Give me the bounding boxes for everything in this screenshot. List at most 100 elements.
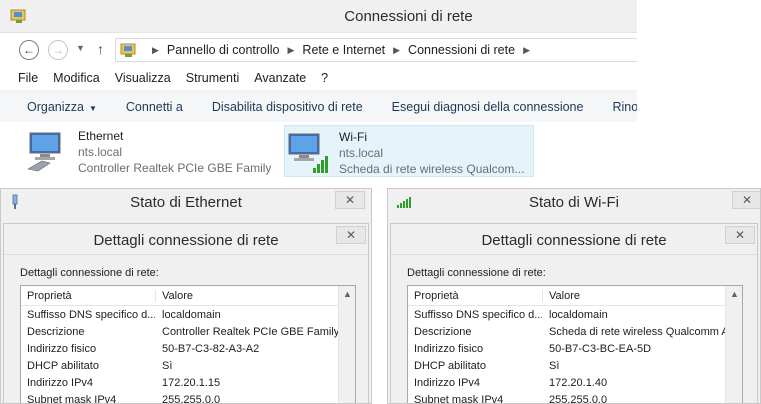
dialog-title: Stato di Wi-Fi: [528, 194, 619, 211]
disable-device-button[interactable]: Disabilita dispositivo di rete: [212, 100, 363, 114]
wifi-adapter-icon: [288, 133, 328, 173]
value-cell: Scheda di rete wireless Qualcomm Ath: [549, 325, 738, 338]
property-cell: Indirizzo IPv4: [27, 376, 94, 389]
table-row[interactable]: Indirizzo IPv4 172.20.1.15: [21, 374, 355, 391]
connection-name: Ethernet: [78, 129, 124, 143]
property-cell: DHCP abilitato: [27, 359, 99, 372]
value-cell: 50-B7-C3-BC-EA-5D: [549, 342, 652, 355]
column-header-value[interactable]: Valore: [155, 289, 355, 302]
up-arrow-icon[interactable]: ↑: [97, 41, 104, 57]
section-label: Dettagli connessione di rete:: [407, 267, 546, 279]
details-close-button[interactable]: ✕: [336, 226, 366, 244]
details-close-button[interactable]: ✕: [725, 226, 755, 244]
vertical-scrollbar[interactable]: ▲: [725, 286, 742, 403]
connection-item-wifi[interactable]: Wi-Fi nts.local Scheda di rete wireless …: [284, 125, 534, 177]
value-cell: 255.255.0.0: [162, 393, 221, 404]
details-title: Dettagli connessione di rete: [481, 232, 667, 249]
address-bar[interactable]: ▶ Pannello di controllo ▶ Rete e Interne…: [115, 38, 637, 62]
menu-help[interactable]: ?: [321, 71, 328, 85]
value-cell: 255.255.0.0: [549, 393, 608, 404]
table-row[interactable]: Indirizzo IPv4 172.20.1.40: [408, 374, 742, 391]
breadcrumb-control-panel[interactable]: Pannello di controllo: [167, 43, 280, 57]
property-cell: Indirizzo IPv4: [414, 376, 481, 389]
diagnose-connection-button[interactable]: Esegui diagnosi della connessione: [392, 100, 584, 114]
breadcrumb-network-internet[interactable]: Rete e Internet: [302, 43, 385, 57]
breadcrumb-separator-icon[interactable]: ▶: [288, 45, 295, 56]
chevron-down-icon: ▼: [88, 103, 97, 113]
title-bar: Connessioni di rete: [0, 0, 637, 33]
value-cell: localdomain: [549, 308, 608, 321]
property-cell: DHCP abilitato: [414, 359, 486, 372]
control-panel-icon: [120, 43, 136, 57]
property-cell: Suffisso DNS specifico d...: [414, 308, 542, 321]
property-cell: Suffisso DNS specifico d...: [27, 308, 155, 321]
column-header-property[interactable]: Proprietà: [408, 290, 542, 302]
back-button[interactable]: ←: [19, 40, 39, 60]
ethernet-adapter-icon: [27, 132, 61, 172]
property-cell: Indirizzo fisico: [27, 342, 97, 355]
dialog-title: Stato di Ethernet: [130, 194, 242, 211]
details-window: Dettagli connessione di rete ✕ Dettagli …: [3, 223, 369, 404]
value-cell: Controller Realtek PCIe GBE Family: [162, 325, 340, 338]
table-row[interactable]: Descrizione Controller Realtek PCIe GBE …: [21, 323, 355, 340]
table-row[interactable]: Indirizzo fisico 50-B7-C3-82-A3-A2: [21, 340, 355, 357]
menu-view[interactable]: Visualizza: [115, 71, 171, 85]
vertical-scrollbar[interactable]: ▲: [338, 286, 355, 403]
details-body: Dettagli connessione di rete: Proprietà …: [391, 254, 757, 404]
scroll-up-arrow-icon[interactable]: ▲: [726, 289, 742, 299]
table-row[interactable]: Subnet mask IPv4 255.255.0.0: [408, 391, 742, 404]
forward-button[interactable]: →: [48, 40, 68, 60]
connection-network: nts.local: [339, 146, 384, 160]
organize-label: Organizza: [27, 99, 84, 114]
connection-item-ethernet[interactable]: Ethernet nts.local Controller Realtek PC…: [24, 125, 274, 177]
table-row[interactable]: Indirizzo fisico 50-B7-C3-BC-EA-5D: [408, 340, 742, 357]
table-row[interactable]: Subnet mask IPv4 255.255.0.0: [21, 391, 355, 404]
column-header-value[interactable]: Valore: [542, 289, 742, 302]
list-header: Proprietà Valore: [21, 286, 355, 306]
menu-file[interactable]: File: [18, 71, 38, 85]
value-cell: 172.20.1.40: [549, 376, 608, 389]
property-cell: Subnet mask IPv4: [414, 393, 504, 404]
details-window: Dettagli connessione di rete ✕ Dettagli …: [390, 223, 758, 404]
details-list[interactable]: Proprietà Valore Suffisso DNS specifico …: [20, 285, 356, 404]
property-cell: Subnet mask IPv4: [27, 393, 117, 404]
window-title: Connessioni di rete: [344, 8, 473, 25]
close-button[interactable]: ✕: [732, 191, 760, 209]
connection-details: Ethernet nts.local Controller Realtek PC…: [78, 125, 271, 176]
table-row[interactable]: Descrizione Scheda di rete wireless Qual…: [408, 323, 742, 340]
value-cell: localdomain: [162, 308, 221, 321]
menu-edit[interactable]: Modifica: [53, 71, 100, 85]
menu-tools[interactable]: Strumenti: [186, 71, 240, 85]
table-row[interactable]: Suffisso DNS specifico d... localdomain: [408, 306, 742, 323]
list-header: Proprietà Valore: [408, 286, 742, 306]
menu-advanced[interactable]: Avanzate: [254, 71, 306, 85]
ethernet-status-dialog: Stato di Ethernet ✕ Dettagli connessione…: [0, 188, 372, 404]
table-row[interactable]: Suffisso DNS specifico d... localdomain: [21, 306, 355, 323]
connection-network: nts.local: [78, 145, 123, 159]
organize-button[interactable]: Organizza ▼: [27, 100, 97, 114]
breadcrumb-separator-icon[interactable]: ▶: [523, 45, 530, 56]
table-row[interactable]: DHCP abilitato Sì: [408, 357, 742, 374]
command-bar: Organizza ▼ Connetti a Disabilita disposi…: [0, 90, 637, 122]
scroll-up-arrow-icon[interactable]: ▲: [339, 289, 355, 299]
connection-adapter: Controller Realtek PCIe GBE Family: [78, 161, 272, 175]
close-button[interactable]: ✕: [335, 191, 365, 209]
breadcrumb-network-connections[interactable]: Connessioni di rete: [408, 43, 515, 57]
connection-name: Wi-Fi: [339, 130, 367, 144]
value-cell: 172.20.1.15: [162, 376, 221, 389]
value-cell: Sì: [162, 359, 173, 372]
connections-list: Ethernet nts.local Controller Realtek PC…: [0, 122, 637, 182]
value-cell: Sì: [549, 359, 560, 372]
breadcrumb-separator-icon[interactable]: ▶: [393, 45, 400, 56]
rename-button[interactable]: Rinomin: [612, 100, 637, 114]
details-list[interactable]: Proprietà Valore Suffisso DNS specifico …: [407, 285, 743, 404]
connection-adapter: Scheda di rete wireless Qualcom...: [339, 162, 525, 176]
menu-bar: File Modifica Visualizza Strumenti Avanz…: [0, 66, 637, 90]
property-cell: Descrizione: [414, 325, 472, 338]
table-row[interactable]: DHCP abilitato Sì: [21, 357, 355, 374]
details-title: Dettagli connessione di rete: [93, 232, 279, 249]
connect-to-button[interactable]: Connetti a: [126, 100, 183, 114]
recent-locations-chevron-icon[interactable]: ▼: [76, 43, 85, 53]
connection-details: Wi-Fi nts.local Scheda di rete wireless …: [339, 126, 524, 177]
column-header-property[interactable]: Proprietà: [21, 290, 155, 302]
